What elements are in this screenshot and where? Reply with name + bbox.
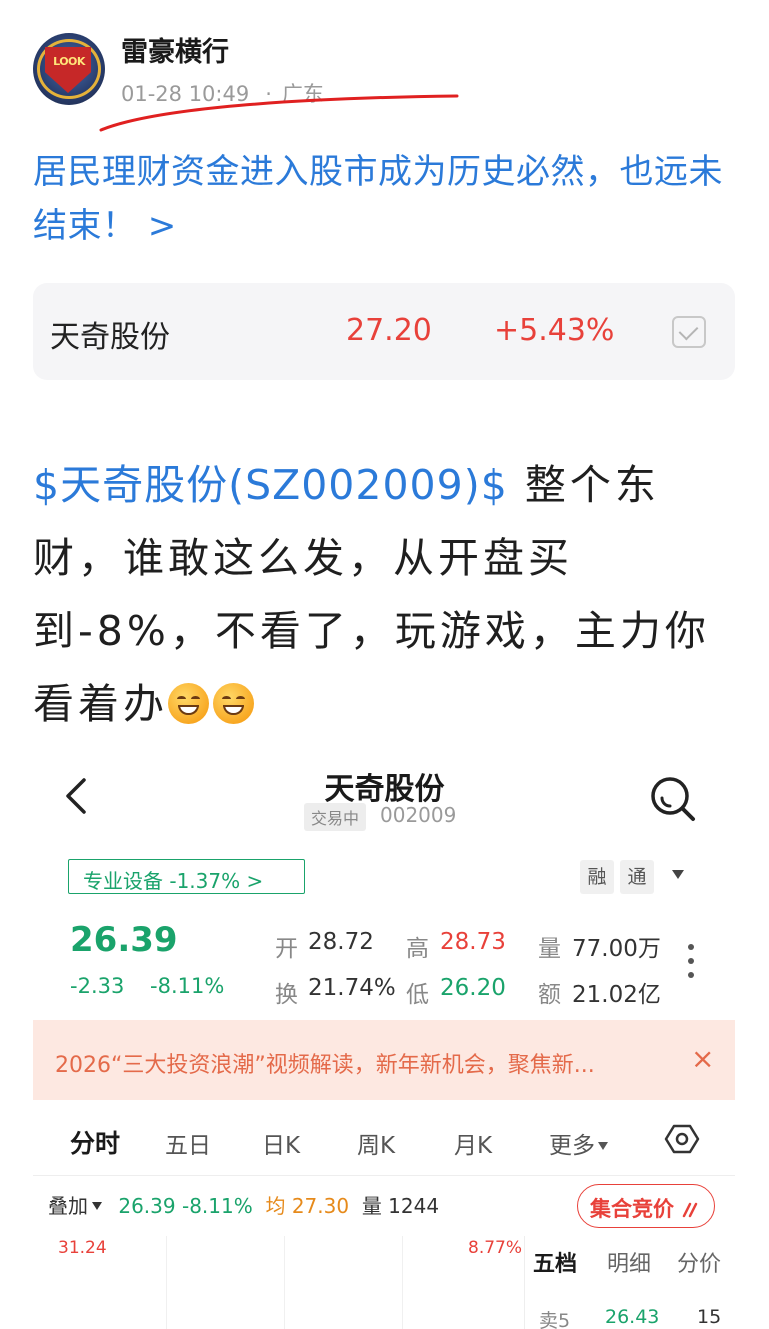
tab-five-levels[interactable]: 五档 [533, 1246, 577, 1278]
trading-status-badge: 交易中 [304, 803, 367, 831]
current-price: 26.39 [70, 920, 178, 960]
call-auction-button[interactable]: 集合竞价 [577, 1184, 715, 1228]
intraday-chart[interactable] [48, 1236, 520, 1329]
chart-gridline [284, 1236, 285, 1329]
chart-axis-high: 31.24 [58, 1238, 107, 1258]
stock-card[interactable]: 天奇股份 27.20 +5.43% [33, 283, 735, 380]
chart-gridline [402, 1236, 403, 1329]
vol-value: 1244 [388, 1194, 440, 1218]
stock-card-change: +5.43% [494, 313, 615, 348]
tab-five-day[interactable]: 五日 [165, 1126, 211, 1160]
chart-period-tabs: 分时 五日 日K 周K 月K 更多 [33, 1120, 735, 1160]
beaming-face-icon [213, 683, 254, 724]
stock-tag-link[interactable]: $天奇股份(SZ002009)$ [33, 461, 508, 509]
volume-label: 量 [538, 936, 561, 962]
stock-card-price: 27.20 [346, 313, 432, 348]
price-change-pct: -8.11% [150, 974, 225, 998]
avatar-logo-text: LOOK [53, 55, 85, 68]
call-auction-label: 集合竞价 [590, 1197, 674, 1221]
vol-label: 量 [361, 1194, 382, 1218]
tab-weekly-k[interactable]: 周K [357, 1126, 395, 1160]
open-value: 28.72 [308, 929, 374, 955]
connect-button[interactable]: 通 [620, 860, 654, 894]
checkbox-icon[interactable] [672, 316, 706, 348]
amount-value: 21.02亿 [572, 982, 661, 1008]
turnover-label: 换 [275, 982, 298, 1008]
settings-icon[interactable] [663, 1120, 701, 1158]
grinning-face-icon [168, 683, 209, 724]
chevron-down-icon[interactable] [92, 1202, 102, 1210]
price-change: -2.33 [70, 974, 125, 998]
tab-more-label: 更多 [549, 1133, 595, 1159]
article-headline-link[interactable]: 居民理财资金进入股市成为历史必然，也远未结束！ > [33, 145, 738, 253]
tab-intraday[interactable]: 分时 [70, 1124, 120, 1160]
slash-icon [683, 1202, 698, 1218]
stock-code: 002009 [380, 803, 457, 827]
promo-banner[interactable]: 2026“三大投资浪潮”视频解读，新年新机会，聚焦新... × [33, 1020, 735, 1100]
tab-details[interactable]: 明细 [607, 1246, 651, 1278]
author-name[interactable]: 雷豪横行 [121, 30, 229, 69]
high-label: 高 [406, 936, 429, 962]
amount-label: 额 [538, 982, 561, 1008]
overlay-row: 叠加 26.39 -8.11% 均 27.30 量 1244 [48, 1190, 439, 1219]
avg-value: 27.30 [291, 1194, 350, 1218]
high-value: 28.73 [440, 929, 506, 955]
ask5-label: 卖5 [539, 1310, 571, 1329]
volume-value: 77.00万 [572, 936, 661, 962]
chart-gridline [166, 1236, 167, 1329]
margin-button[interactable]: 融 [580, 860, 614, 894]
ask5-qty: 15 [697, 1306, 722, 1328]
post-body: $天奇股份(SZ002009)$ 整个东财，谁敢这么发，从开盘买到-8%，不看了… [33, 449, 739, 741]
chart-axis-high-pct: 8.77% [468, 1238, 523, 1258]
turnover-value: 21.74% [308, 975, 396, 1001]
low-label: 低 [406, 982, 429, 1008]
low-value: 26.20 [440, 975, 506, 1001]
tab-price-distribution[interactable]: 分价 [677, 1246, 721, 1278]
tab-monthly-k[interactable]: 月K [454, 1126, 492, 1160]
tab-more[interactable]: 更多 [549, 1126, 608, 1160]
divider [33, 1175, 735, 1176]
avg-label: 均 [265, 1194, 286, 1218]
chevron-down-icon [598, 1142, 608, 1150]
search-icon[interactable] [648, 774, 698, 824]
overlay-pct: -8.11% [181, 1194, 253, 1218]
overlay-dropdown[interactable]: 叠加 [48, 1194, 88, 1218]
tab-daily-k[interactable]: 日K [262, 1126, 300, 1160]
more-options-icon[interactable] [688, 944, 696, 984]
overlay-price: 26.39 [118, 1194, 176, 1218]
red-underline-annotation [99, 94, 459, 132]
close-icon[interactable]: × [691, 1042, 714, 1075]
ask5-price: 26.43 [605, 1306, 660, 1328]
chevron-down-icon[interactable] [672, 870, 684, 879]
sector-tag[interactable]: 专业设备 -1.37% > [68, 859, 305, 894]
open-label: 开 [275, 936, 298, 962]
promo-banner-text: 2026“三大投资浪潮”视频解读，新年新机会，聚焦新... [55, 1053, 595, 1078]
order-book-panel: 五档 明细 分价 卖5 26.43 15 [524, 1236, 735, 1329]
stock-card-name: 天奇股份 [50, 320, 170, 355]
